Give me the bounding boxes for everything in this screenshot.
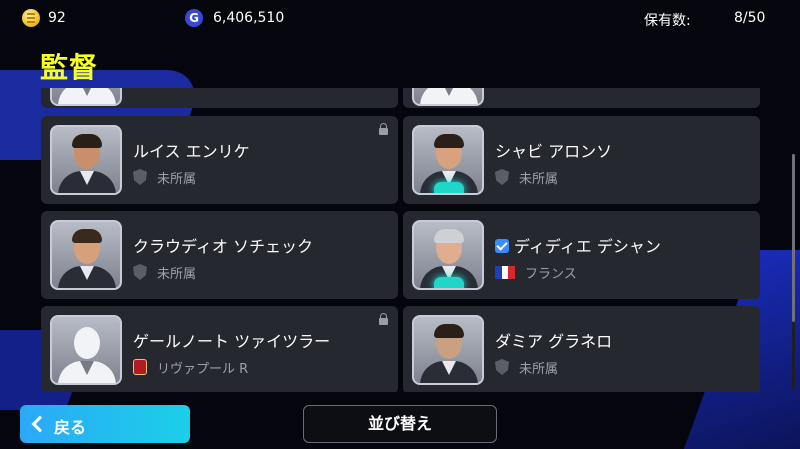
manager-portrait [412,88,484,106]
club-row: 未所属 [133,168,197,187]
top-bar: 92 G 6,406,510 保有数: 8/50 [0,0,800,38]
owned-label: 保有数: [644,13,691,29]
club-row: 未所属 [495,358,559,377]
coin-count: 92 [48,10,66,26]
manager-card[interactable]: ディディエ デシャン フランス [403,211,760,299]
page-title: 監督 [40,51,99,84]
rarity-badge-icon [434,277,464,288]
shield-icon [495,169,509,185]
owned-count: 8/50 [734,10,766,26]
club-row: 未所属 [133,263,197,282]
club-name: 未所属 [157,171,197,187]
manager-portrait [412,125,484,195]
club-row: リヴァプール R [133,358,249,377]
club-name: 未所属 [519,361,559,377]
manager-list[interactable]: ルイス エンリケ 未所属 シャビ アロンソ 未所属 クラウディオ ソチェック 未… [0,88,800,392]
france-flag-icon [495,265,516,279]
gp-count: 6,406,510 [213,10,285,26]
sort-button[interactable]: 並び替え [303,405,497,443]
scrollbar[interactable] [792,154,795,390]
manager-name: ダミア グラネロ [495,332,613,351]
manager-portrait [50,220,122,290]
club-name: フランス [525,266,577,282]
club-name: 未所属 [519,171,559,187]
shield-icon [495,359,509,375]
manager-portrait [412,315,484,385]
club-row: 未所属 [495,168,559,187]
manager-card[interactable]: クラウディオ ソチェック 未所属 [41,211,398,299]
lock-icon [379,123,388,135]
shield-icon [133,264,147,280]
manager-card-partial[interactable] [403,88,760,108]
manager-card[interactable]: ゲールノート ツァイツラー リヴァプール R [41,306,398,392]
manager-card[interactable]: シャビ アロンソ 未所属 [403,116,760,204]
manager-portrait [50,315,122,385]
manager-name: シャビ アロンソ [495,142,613,161]
manager-portrait [50,125,122,195]
gp-icon: G [185,9,203,27]
manager-portrait [50,88,122,106]
manager-card[interactable]: ルイス エンリケ 未所属 [41,116,398,204]
scrollbar-thumb[interactable] [792,154,795,322]
manager-portrait [412,220,484,290]
checkmark-icon [495,239,509,253]
manager-card[interactable]: ダミア グラネロ 未所属 [403,306,760,392]
club-name: 未所属 [157,266,197,282]
manager-name: ゲールノート ツァイツラー [133,332,331,351]
back-button[interactable]: 戻る [20,405,190,443]
manager-name: ルイス エンリケ [133,142,250,161]
manager-name: クラウディオ ソチェック [133,237,313,256]
shield-icon [133,169,147,185]
manager-card-partial[interactable] [41,88,398,108]
rarity-badge-icon [434,182,464,193]
manager-name: ディディエ デシャン [495,233,661,257]
club-row: フランス [495,263,577,282]
club-crest-icon [133,359,147,375]
club-name: リヴァプール R [157,361,249,377]
back-button-label: 戻る [54,418,87,437]
coin-icon [22,9,40,27]
chevron-left-icon [31,415,49,433]
lock-icon [379,313,388,325]
